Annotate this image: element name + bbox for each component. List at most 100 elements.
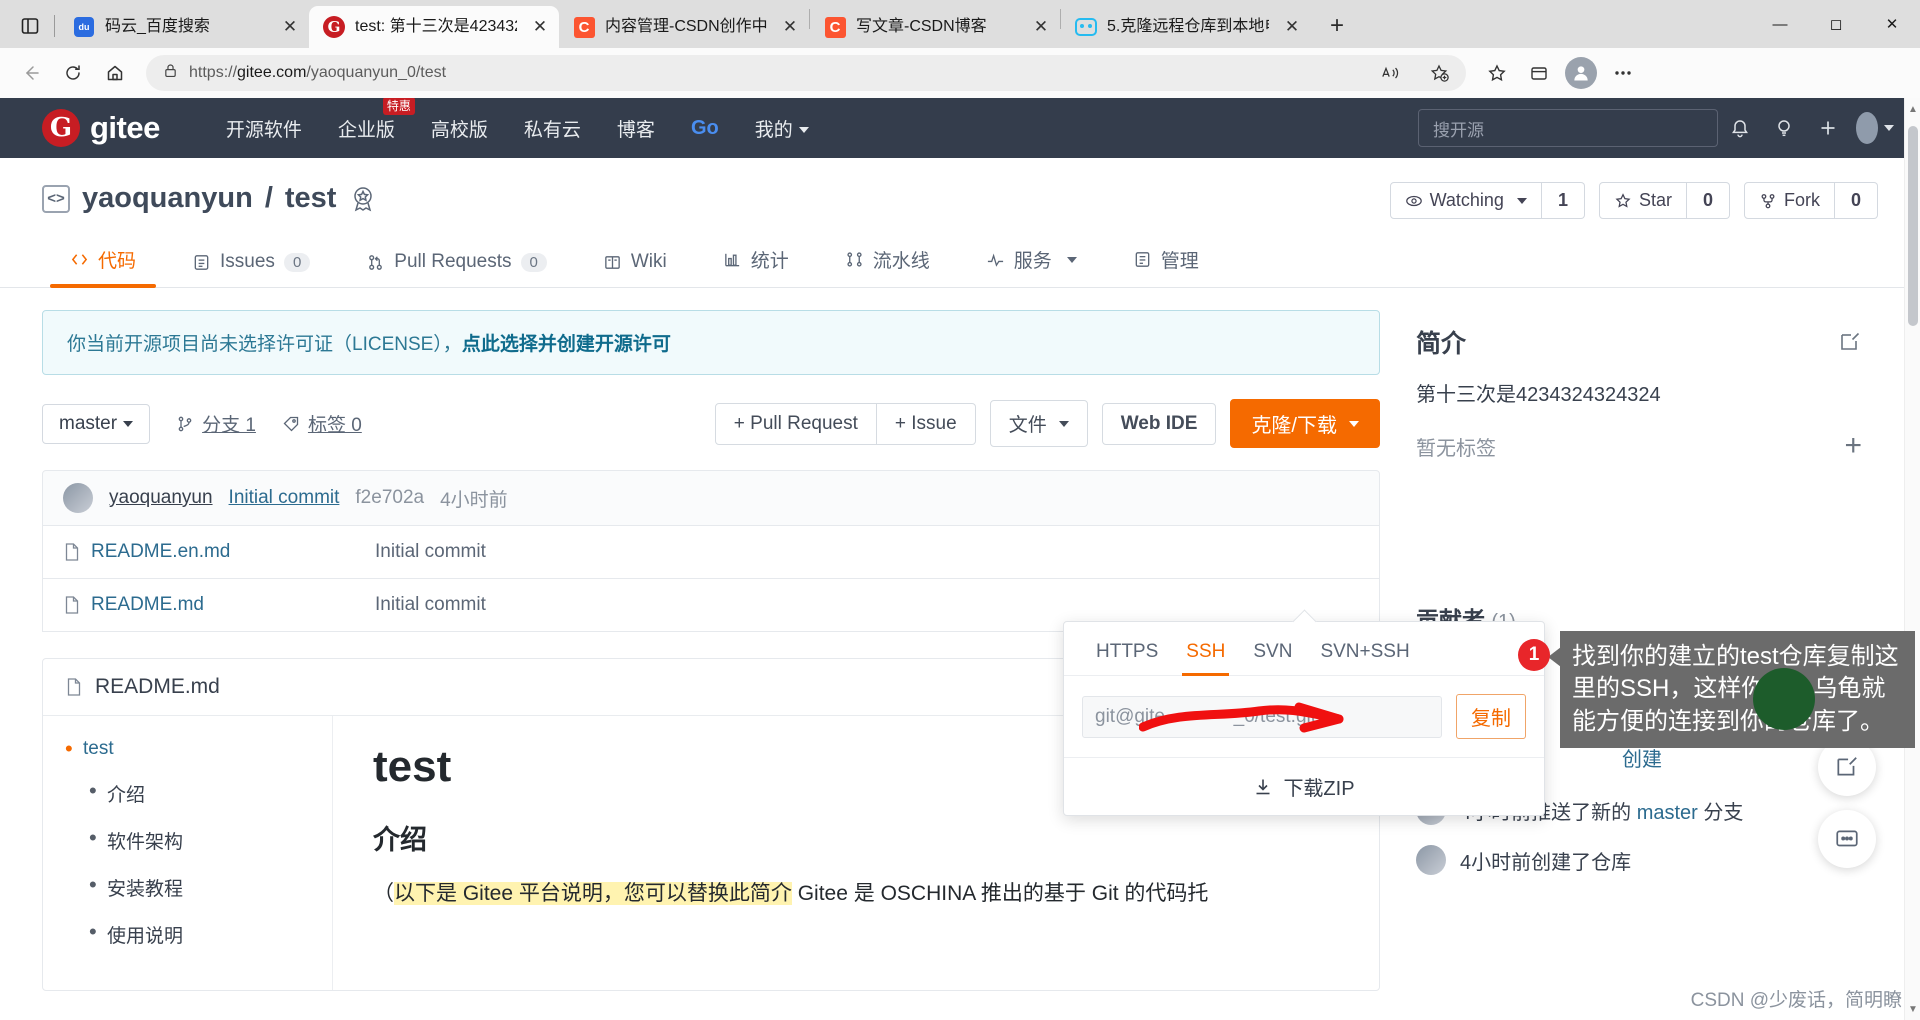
tab-pipeline[interactable]: 流水线 bbox=[817, 233, 958, 287]
gitee-logo[interactable]: G gitee bbox=[42, 109, 160, 147]
more-options-icon[interactable] bbox=[1604, 54, 1642, 92]
minimize-icon[interactable]: — bbox=[1752, 0, 1808, 48]
branch-selector[interactable]: master bbox=[42, 403, 151, 444]
star-button[interactable]: Star bbox=[1598, 182, 1687, 219]
watch-count[interactable]: 1 bbox=[1541, 182, 1585, 219]
nav-item-blog[interactable]: 博客 bbox=[599, 115, 673, 142]
profile-icon[interactable] bbox=[1562, 54, 1600, 92]
new-pull-request-button[interactable]: + Pull Request bbox=[714, 402, 877, 445]
fork-button-group[interactable]: Fork 0 bbox=[1743, 182, 1878, 219]
nav-item-enterprise[interactable]: 企业版 特惠 bbox=[320, 98, 415, 142]
browser-tab-1[interactable]: du 码云_百度搜索 ✕ bbox=[59, 6, 309, 48]
tab-wiki[interactable]: Wiki bbox=[575, 238, 695, 287]
star-button-group[interactable]: Star 0 bbox=[1598, 182, 1730, 219]
new-tab-button[interactable]: + bbox=[1317, 8, 1357, 44]
file-row[interactable]: README.en.md Initial commit bbox=[42, 526, 1380, 579]
nav-item-go[interactable]: Go bbox=[673, 117, 737, 140]
commit-sha[interactable]: f2e702a bbox=[355, 487, 424, 509]
clone-download-button[interactable]: 克隆/下载 bbox=[1230, 399, 1380, 448]
repo-owner-link[interactable]: yaoquanyun bbox=[82, 182, 253, 215]
watch-button[interactable]: Watching bbox=[1389, 182, 1542, 219]
favorites-icon[interactable] bbox=[1478, 54, 1516, 92]
branches-link[interactable]: 分支 1 bbox=[176, 410, 256, 437]
clone-url-input[interactable]: git@gite _0/test.git bbox=[1082, 695, 1442, 738]
read-aloud-icon[interactable] bbox=[1372, 54, 1410, 92]
tab-manage[interactable]: 管理 bbox=[1105, 233, 1227, 287]
tab-overview-icon[interactable] bbox=[8, 6, 52, 46]
toc-link[interactable]: 软件架构 bbox=[107, 832, 183, 853]
fork-count[interactable]: 0 bbox=[1834, 182, 1878, 219]
fork-button[interactable]: Fork bbox=[1743, 182, 1835, 219]
toc-link[interactable]: 安装教程 bbox=[107, 879, 183, 900]
license-notice-link[interactable]: 点此选择并创建开源许可 bbox=[462, 334, 671, 355]
browser-tab-4[interactable]: C 写文章-CSDN博客 ✕ bbox=[810, 6, 1060, 48]
toc-link[interactable]: test bbox=[83, 738, 114, 759]
address-bar[interactable]: https://gitee.com/yaoquanyun_0/test bbox=[146, 55, 1466, 91]
window-close-icon[interactable]: ✕ bbox=[1864, 0, 1920, 48]
toc-item[interactable]: 软件架构 bbox=[61, 827, 314, 854]
tab-issues[interactable]: Issues 0 bbox=[164, 238, 338, 287]
browser-tab-3[interactable]: C 内容管理-CSDN创作中心 ✕ bbox=[559, 6, 809, 48]
close-icon[interactable]: ✕ bbox=[777, 14, 803, 40]
close-icon[interactable]: ✕ bbox=[527, 14, 553, 40]
toc-item[interactable]: 使用说明 bbox=[61, 921, 314, 948]
home-icon[interactable] bbox=[96, 54, 134, 92]
plus-icon[interactable] bbox=[1806, 106, 1850, 150]
tab-services[interactable]: 服务 bbox=[958, 233, 1105, 287]
files-dropdown-button[interactable]: 文件 bbox=[989, 400, 1088, 447]
tab-pull-requests[interactable]: Pull Requests 0 bbox=[338, 238, 575, 287]
toc-item[interactable]: 介绍 bbox=[61, 780, 314, 807]
nav-item-campus[interactable]: 高校版 bbox=[413, 115, 506, 142]
fab-comment-button[interactable] bbox=[1818, 810, 1876, 868]
close-icon[interactable]: ✕ bbox=[1279, 14, 1305, 40]
web-ide-button[interactable]: Web IDE bbox=[1101, 402, 1217, 445]
avatar[interactable] bbox=[1565, 57, 1597, 89]
page-scrollbar[interactable]: ▲ ▼ bbox=[1904, 98, 1920, 1020]
download-zip-row[interactable]: 下载ZIP bbox=[1064, 757, 1544, 815]
reload-icon[interactable] bbox=[54, 54, 92, 92]
edit-icon[interactable] bbox=[1838, 330, 1862, 354]
bell-icon[interactable] bbox=[1718, 106, 1762, 150]
repo-name-link[interactable]: test bbox=[285, 182, 337, 215]
toc-link[interactable]: 介绍 bbox=[107, 785, 145, 806]
star-count[interactable]: 0 bbox=[1686, 182, 1730, 219]
clone-popup-tabs: HTTPS SSH SVN SVN+SSH bbox=[1064, 622, 1544, 676]
close-icon[interactable]: ✕ bbox=[277, 14, 303, 40]
maximize-icon[interactable]: ◻ bbox=[1808, 0, 1864, 48]
clone-tab-https[interactable]: HTTPS bbox=[1082, 632, 1172, 675]
nav-item-private-cloud[interactable]: 私有云 bbox=[506, 115, 599, 142]
search-input[interactable]: 搜开源 bbox=[1418, 109, 1718, 147]
scroll-down-icon[interactable]: ▼ bbox=[1905, 1000, 1920, 1018]
copy-clone-url-button[interactable]: 复制 bbox=[1456, 694, 1526, 739]
file-name-cell[interactable]: README.md bbox=[63, 594, 363, 616]
tab-code[interactable]: 代码 bbox=[42, 233, 164, 288]
back-icon[interactable] bbox=[12, 54, 50, 92]
add-favorite-icon[interactable] bbox=[1420, 54, 1458, 92]
browser-tab-2[interactable]: G test: 第十三次是42343243 ✕ bbox=[309, 6, 559, 48]
scrollbar-thumb[interactable] bbox=[1908, 126, 1918, 326]
toc-item[interactable]: 安装教程 bbox=[61, 874, 314, 901]
file-name-cell[interactable]: README.en.md bbox=[63, 541, 363, 563]
clone-tab-svn-ssh[interactable]: SVN+SSH bbox=[1306, 632, 1423, 675]
toc-item[interactable]: test bbox=[61, 738, 314, 760]
clone-tab-ssh[interactable]: SSH bbox=[1172, 632, 1239, 676]
watch-button-group[interactable]: Watching 1 bbox=[1389, 182, 1585, 219]
user-avatar[interactable] bbox=[1850, 106, 1894, 150]
tags-link[interactable]: 标签 0 bbox=[282, 410, 362, 437]
lightbulb-icon[interactable] bbox=[1762, 106, 1806, 150]
new-issue-button[interactable]: + Issue bbox=[876, 402, 976, 445]
feed-link[interactable]: master bbox=[1637, 802, 1698, 824]
commit-message[interactable]: Initial commit bbox=[229, 487, 340, 509]
commit-author[interactable]: yaoquanyun bbox=[109, 487, 213, 509]
browser-tab-5[interactable]: 5.克隆远程仓库到本地电脑 ✕ bbox=[1061, 6, 1311, 48]
close-icon[interactable]: ✕ bbox=[1028, 14, 1054, 40]
collections-icon[interactable] bbox=[1520, 54, 1558, 92]
toc-link[interactable]: 使用说明 bbox=[107, 926, 183, 947]
nav-item-opensource[interactable]: 开源软件 bbox=[208, 115, 320, 142]
tab-statistics[interactable]: 统计 bbox=[695, 233, 817, 287]
clone-tab-svn[interactable]: SVN bbox=[1239, 632, 1306, 675]
nav-item-mine[interactable]: 我的 bbox=[737, 115, 827, 142]
add-tag-icon[interactable]: + bbox=[1844, 431, 1862, 461]
scroll-up-icon[interactable]: ▲ bbox=[1905, 100, 1920, 118]
sidebar-create-link[interactable]: 创建 bbox=[1622, 743, 1662, 772]
